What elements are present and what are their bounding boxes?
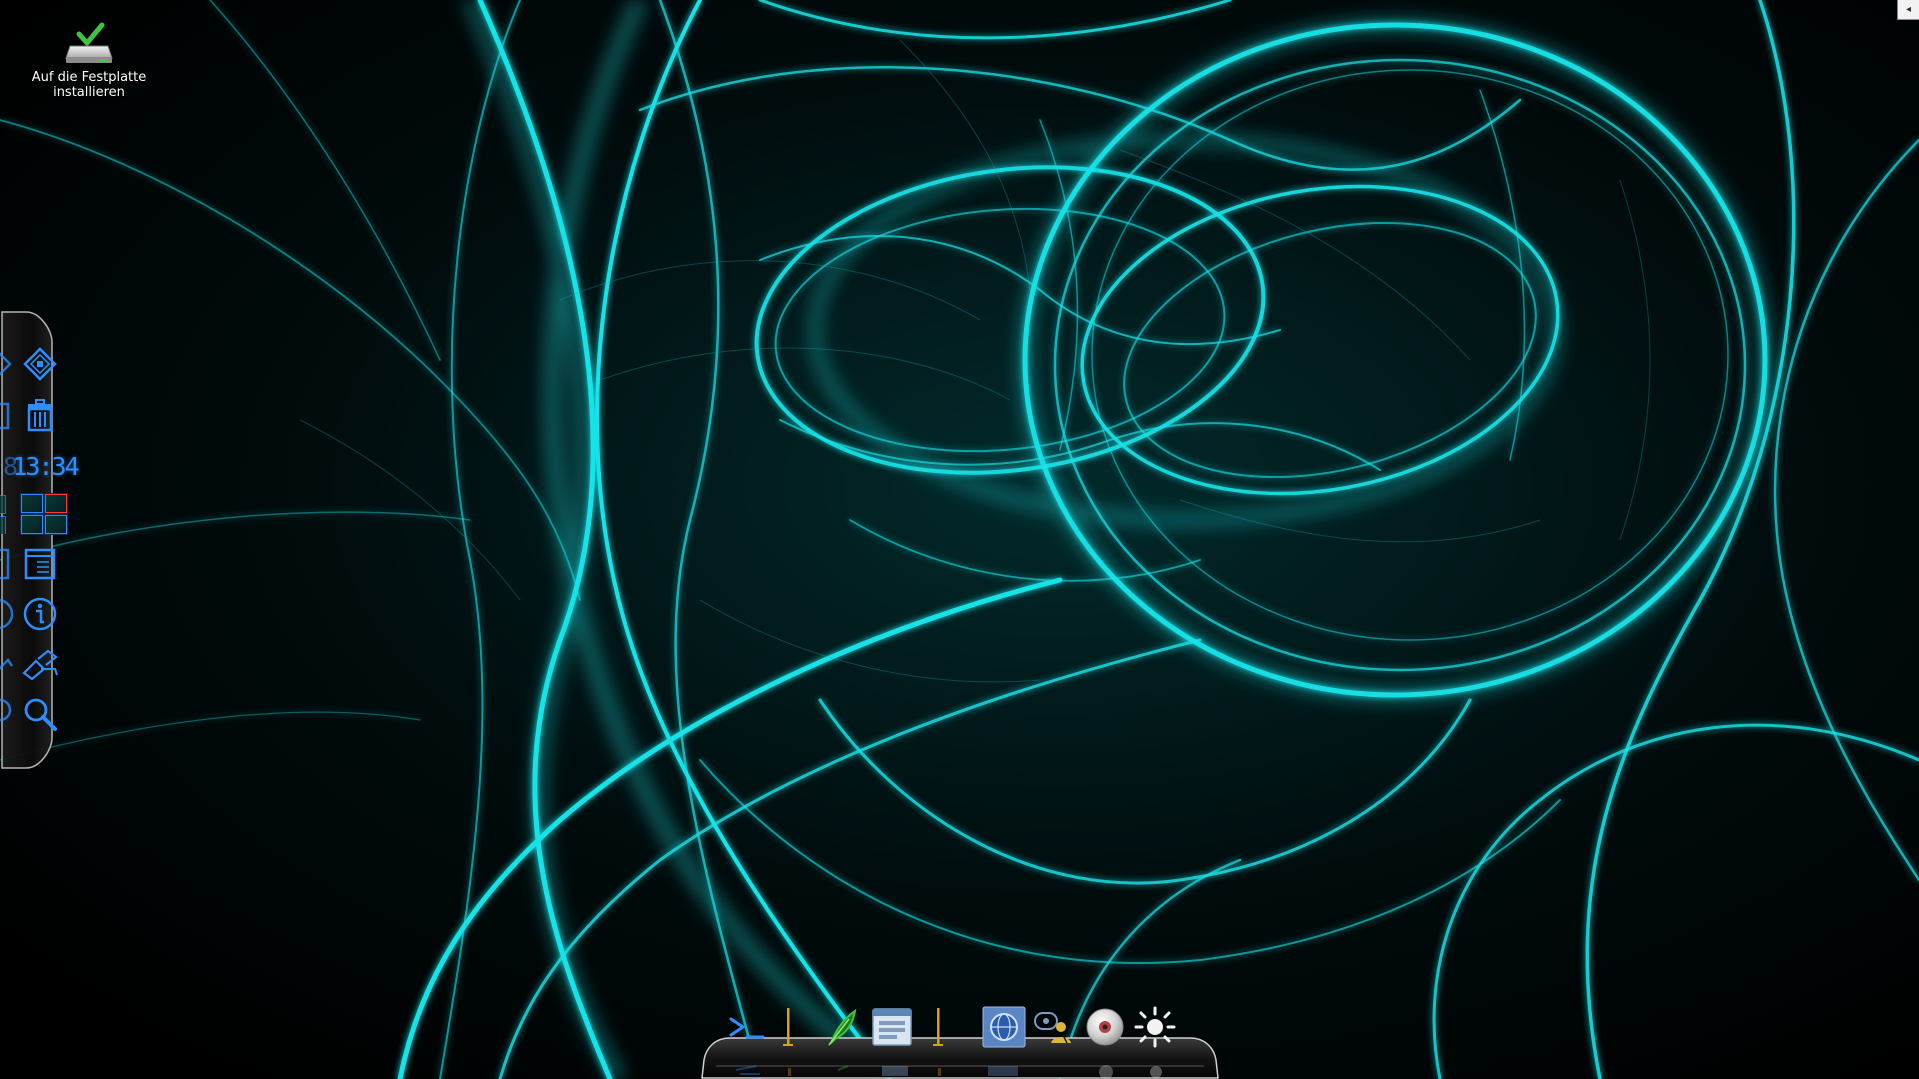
- window-list-icon: [24, 548, 56, 580]
- dock-terminal[interactable]: [724, 1005, 768, 1049]
- dock-separator: [783, 1008, 793, 1050]
- workspace-1[interactable]: [21, 494, 43, 513]
- workspace-3[interactable]: [21, 515, 43, 534]
- clock-time: 13:34: [12, 451, 79, 481]
- globe-browser-icon: [982, 1006, 1026, 1048]
- search-button[interactable]: [20, 694, 60, 734]
- settings-wrench-icon: [22, 649, 58, 681]
- trash-button[interactable]: [20, 394, 60, 434]
- bottom-dock: [700, 1004, 1220, 1079]
- separator-icon: [783, 1008, 793, 1046]
- window-list-button[interactable]: [20, 544, 60, 584]
- trash-icon-reflection: [0, 394, 14, 434]
- install-to-disk-icon: [62, 22, 116, 66]
- search-icon-reflection: [0, 694, 14, 734]
- dock-display-brightness[interactable]: [1133, 1005, 1177, 1049]
- launcher-button[interactable]: [20, 344, 60, 384]
- info-icon: [23, 597, 57, 631]
- system-settings-button[interactable]: [20, 644, 60, 684]
- optical-disc-icon: [1086, 1008, 1124, 1046]
- launcher-diamond-icon-reflection: [0, 344, 14, 384]
- wallpaper: [0, 0, 1919, 1079]
- dock-file-manager[interactable]: [870, 1005, 914, 1049]
- collapse-arrow-icon[interactable]: ◂: [1897, 0, 1919, 20]
- dock-disc-burner[interactable]: [1083, 1005, 1127, 1049]
- launcher-diamond-icon: [23, 347, 57, 381]
- desktop-icon-label-line2: installieren: [53, 85, 125, 100]
- info-icon-reflection: [0, 594, 14, 634]
- dock-web-browser[interactable]: [982, 1005, 1026, 1049]
- dock-user-settings[interactable]: [1032, 1005, 1076, 1049]
- desktop-icon-install[interactable]: Auf die Festplatte installieren: [30, 22, 148, 100]
- virtual-desktop-pager[interactable]: [20, 493, 68, 535]
- search-icon: [24, 698, 57, 731]
- user-chat-icon: [1034, 1012, 1071, 1044]
- desktop: Auf die Festplatte installieren ◂ 8 13:3…: [0, 0, 1919, 1079]
- trash-icon: [27, 399, 53, 432]
- separator-icon: [933, 1008, 943, 1046]
- info-button[interactable]: [20, 594, 60, 634]
- digital-clock[interactable]: 13:34: [12, 446, 79, 486]
- settings-icon-reflection: [0, 644, 14, 684]
- workspace-2[interactable]: [45, 494, 67, 513]
- virtual-desktop-pager-icon: [20, 493, 68, 535]
- file-manager-icon: [872, 1008, 912, 1046]
- sun-brightness-icon: [1134, 1006, 1176, 1048]
- dock-text-editor[interactable]: [820, 1005, 864, 1049]
- pager-reflection: [0, 494, 16, 534]
- window-list-icon-reflection: [0, 544, 14, 584]
- desktop-icon-label-line1: Auf die Festplatte: [31, 70, 147, 85]
- workspace-4[interactable]: [45, 515, 67, 534]
- terminal-icon: [729, 1017, 765, 1039]
- dock-separator: [933, 1008, 943, 1050]
- left-panel: :8 13:34: [0, 308, 80, 772]
- quill-pen-icon: [828, 1008, 857, 1046]
